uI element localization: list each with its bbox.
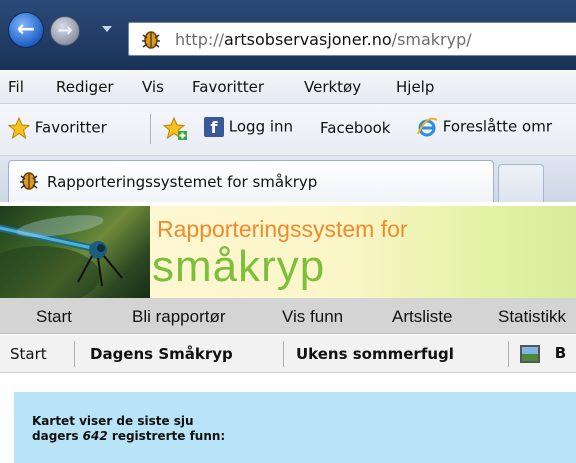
subnav-ukens-sommerfugl[interactable]: Ukens sommerfugl [296,345,454,363]
forward-button[interactable]: → [50,16,80,46]
menu-bar: Fil Rediger Vis Favoritter Verktøy Hjelp [0,70,576,104]
favorite-foreslatte[interactable]: Foreslåtte omr [416,116,552,138]
site-favicon-icon [139,29,163,55]
favorite-logg-inn[interactable]: f Logg inn [204,117,293,137]
tab-favicon-icon [17,170,41,196]
back-arrow-icon: ← [16,17,36,42]
favorite-foreslatte-label: Foreslåtte omr [442,117,553,136]
menu-vis[interactable]: Vis [142,78,164,96]
tab-title: Rapporteringssystemet for småkryp [47,173,318,191]
favorites-bar: Favoritter f Logg inn Facebook Foreslått… [0,104,576,156]
address-bar[interactable]: http://artsobservasjoner.no/smakryp/ [128,22,576,56]
menu-rediger[interactable]: Rediger [56,78,114,96]
star-icon [8,117,30,139]
favorite-facebook[interactable]: Facebook [320,119,390,137]
url-text: http://artsobservasjoner.no/smakryp/ [175,30,472,49]
subnav-separator [74,341,75,367]
banner-title-line1: Rapporteringssystem for [157,216,408,242]
tab-active[interactable]: Rapporteringssystemet for småkryp [8,160,494,202]
new-tab-button[interactable] [498,164,544,202]
damselfly-photo [0,206,150,298]
banner-title-line2: småkryp [152,242,326,291]
subnav-separator [283,341,284,367]
forward-arrow-icon: → [57,20,73,41]
favorites-button[interactable]: Favoritter [8,117,107,139]
tab-strip: Rapporteringssystemet for småkryp [0,156,576,202]
internet-explorer-icon [417,117,438,137]
nav-start[interactable]: Start [36,307,72,327]
nav-artsliste[interactable]: Artsliste [392,307,452,327]
menu-favoritter[interactable]: Favoritter [192,78,264,96]
nav-vis-funn[interactable]: Vis funn [282,307,343,327]
image-icon [520,344,540,363]
menu-verktoy[interactable]: Verktøy [304,78,361,96]
observation-count: 642 [82,429,108,443]
history-dropdown-icon[interactable] [102,26,112,32]
info-panel: Kartet viser de siste sju dagers 642 reg… [14,392,576,463]
subnav-image-link-label: B [554,344,567,362]
back-button[interactable]: ← [8,12,44,48]
sub-navigation: Start Dagens Småkryp Ukens sommerfugl B [0,335,576,373]
menu-hjelp[interactable]: Hjelp [396,78,434,96]
facebook-icon: f [204,117,224,137]
map-description: Kartet viser de siste sju dagers 642 reg… [32,414,226,443]
address-toolbar: ← → http://artsobservasjoner.no/smakryp/ [0,0,576,70]
subnav-image-link[interactable]: B [520,344,566,363]
subnav-separator [508,341,509,367]
nav-statistikk[interactable]: Statistikk [498,307,566,327]
favorites-separator [150,114,151,144]
subnav-dagens-smakryp[interactable]: Dagens Småkryp [90,345,233,363]
nav-bli-rapportor[interactable]: Bli rapportør [132,307,226,327]
menu-fil[interactable]: Fil [8,78,24,96]
subnav-start[interactable]: Start [10,345,47,363]
add-to-favorites-button[interactable] [162,117,188,141]
favorites-label: Favoritter [34,118,107,137]
site-banner: Rapporteringssystem for småkryp [0,206,576,298]
add-favorite-star-icon [162,117,187,140]
favorite-logg-inn-label: Logg inn [228,117,294,136]
site-navigation: Start Bli rapportør Vis funn Artsliste S… [0,298,576,334]
